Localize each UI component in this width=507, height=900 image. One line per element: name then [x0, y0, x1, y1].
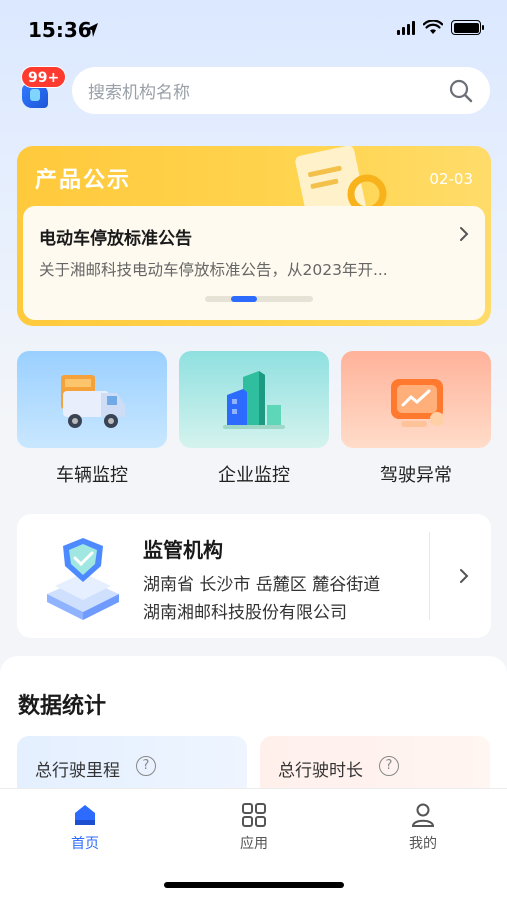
supervision-address: 湖南省 长沙市 岳麓区 麓谷街道	[143, 575, 381, 595]
cellular-signal-icon	[397, 20, 415, 35]
notice-title: 产品公示	[35, 168, 132, 193]
chevron-right-icon	[460, 227, 469, 241]
supervision-title: 监管机构	[143, 538, 223, 562]
building-icon	[223, 371, 285, 429]
status-time: 15:36	[28, 18, 92, 42]
status-icons	[397, 20, 484, 35]
notice-date: 02-03	[429, 170, 473, 188]
tab-home-label: 首页	[71, 836, 99, 852]
tab-apps[interactable]: 应用	[194, 801, 314, 853]
supervision-card[interactable]: 监管机构 湖南省 长沙市 岳麓区 麓谷街道 湖南湘邮科技股份有限公司	[17, 514, 491, 638]
stats-title: 数据统计	[18, 694, 107, 719]
enterprise-monitor-tile[interactable]	[179, 351, 329, 448]
user-icon	[411, 803, 435, 827]
data-statistics-section: 数据统计 总行驶里程 ? 总行驶时长 ?	[0, 656, 507, 806]
truck-icon	[61, 375, 125, 428]
tile-label-anomaly[interactable]: 驾驶异常	[341, 461, 491, 487]
notice-item-desc: 关于湘邮科技电动车停放标准公告，从2023年开...	[39, 261, 388, 279]
help-icon[interactable]: ?	[379, 756, 399, 776]
battery-icon	[451, 20, 484, 35]
tile-label-enterprise[interactable]: 企业监控	[179, 461, 329, 487]
home-indicator	[164, 882, 344, 888]
warning-chart-icon	[391, 379, 444, 427]
help-icon[interactable]: ?	[136, 756, 156, 776]
total-duration-label: 总行驶时长	[278, 761, 363, 781]
chevron-right-icon[interactable]	[459, 568, 469, 584]
status-bar: 15:36	[0, 0, 507, 60]
divider	[429, 532, 430, 620]
location-arrow-icon	[86, 23, 98, 37]
shield-platform-icon	[47, 538, 119, 620]
notice-item[interactable]: 电动车停放标准公告 关于湘邮科技电动车停放标准公告，从2023年开...	[23, 206, 485, 320]
total-mileage-label: 总行驶里程	[35, 761, 120, 781]
search-icon[interactable]	[448, 78, 474, 104]
tile-label-vehicle[interactable]: 车辆监控	[17, 461, 167, 487]
product-notice-card[interactable]: 产品公示 02-03 电动车停放标准公告 关于湘邮科技电动车停放标准公告，从20…	[17, 146, 491, 326]
tab-mine-label: 我的	[409, 836, 437, 852]
wifi-icon	[423, 20, 443, 34]
grid-icon	[242, 803, 266, 827]
supervision-company: 湖南湘邮科技股份有限公司	[143, 603, 347, 623]
tab-home[interactable]: 首页	[25, 801, 145, 853]
tab-mine[interactable]: 我的	[363, 801, 483, 853]
notification-badge: 99+	[21, 66, 67, 88]
tab-apps-label: 应用	[240, 836, 268, 852]
carousel-indicator	[205, 296, 313, 302]
notice-item-title: 电动车停放标准公告	[39, 229, 192, 249]
driving-anomaly-tile[interactable]	[341, 351, 491, 448]
search-bar[interactable]: 搜索机构名称	[72, 67, 490, 114]
search-placeholder[interactable]: 搜索机构名称	[88, 78, 448, 103]
vehicle-monitor-tile[interactable]	[17, 351, 167, 448]
home-icon	[75, 805, 95, 825]
